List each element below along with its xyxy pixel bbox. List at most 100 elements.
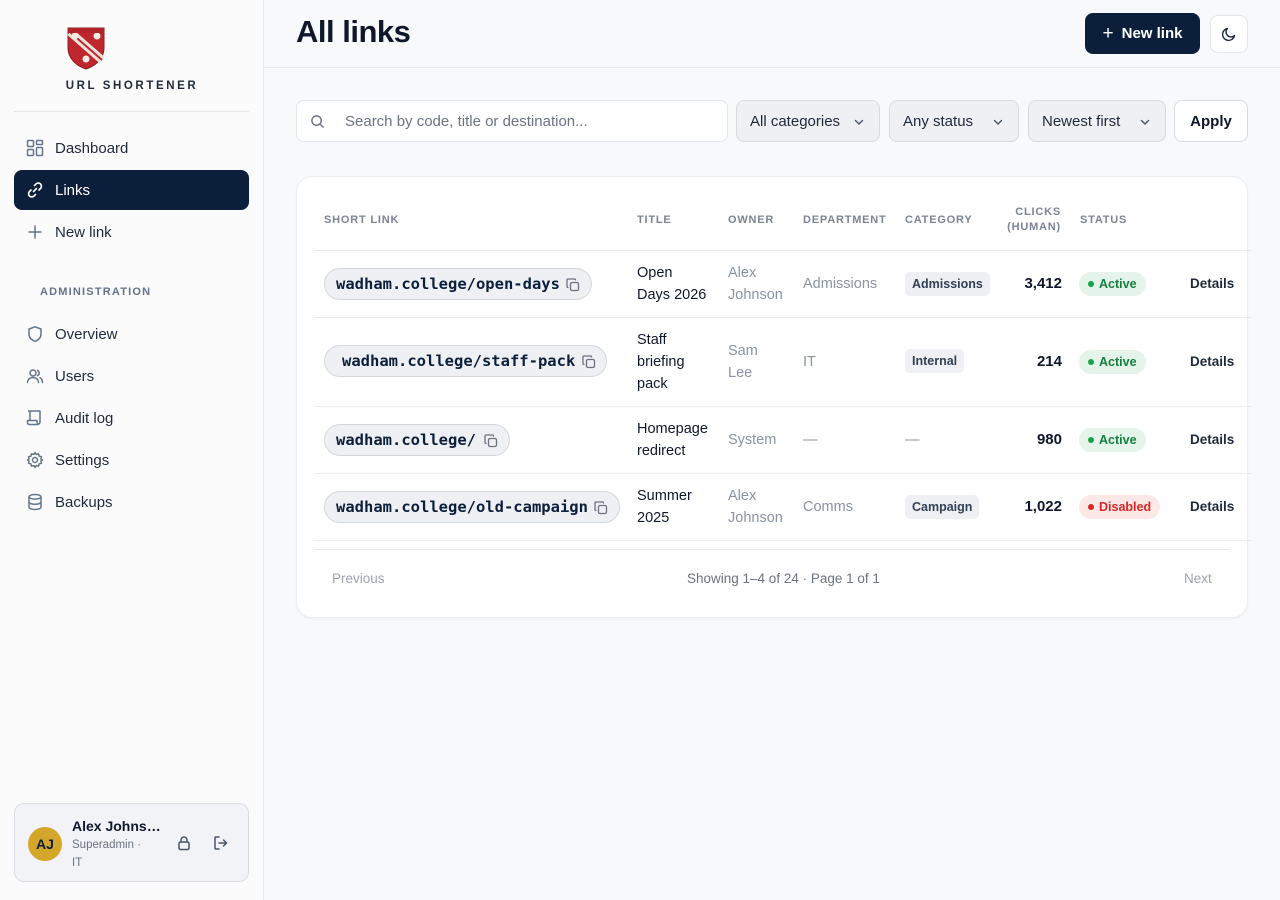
sidebar-item-settings[interactable]: Settings: [14, 440, 249, 480]
owner-line: Sam: [728, 343, 758, 359]
header-clicks-line2: (HUMAN): [1007, 221, 1061, 233]
short-link-chip[interactable]: wadham.college/open-days: [324, 268, 592, 300]
moon-icon: [1221, 27, 1236, 42]
search-input[interactable]: [345, 101, 715, 141]
link-title-line: Staff: [637, 332, 667, 348]
scroll-icon: [26, 409, 44, 427]
chevron-down-icon: [1140, 119, 1150, 125]
link-title-line: pack: [637, 376, 668, 392]
link-title-line: 2025: [637, 510, 670, 526]
sidebar-item-new-link[interactable]: New link: [14, 212, 249, 252]
copy-icon[interactable]: [483, 433, 499, 449]
row-divider: [314, 473, 1252, 474]
chevron-down-icon: [993, 119, 1003, 125]
link-title-line: briefing: [637, 354, 685, 370]
short-link-chip[interactable]: wadham.college/: [324, 424, 510, 456]
theme-toggle-button[interactable]: [1210, 15, 1248, 53]
status-select[interactable]: Any status: [889, 100, 1019, 142]
short-link-text: wadham.college/open-days: [336, 275, 560, 293]
category-badge: Campaign: [905, 495, 980, 519]
sidebar-item-audit-log[interactable]: Audit log: [14, 398, 249, 438]
sidebar-item-label: Backups: [55, 493, 113, 511]
sidebar-item-overview[interactable]: Overview: [14, 314, 249, 354]
row-divider: [314, 317, 1252, 318]
owner-line: Johnson: [728, 510, 783, 526]
status-text: Disabled: [1099, 500, 1152, 514]
click-count: 1,022: [1024, 498, 1062, 515]
click-count: 3,412: [1024, 275, 1062, 292]
details-link[interactable]: Details: [1190, 354, 1234, 369]
row-divider: [314, 250, 1252, 251]
link-department: Comms: [803, 499, 853, 515]
header-owner: OWNER: [728, 214, 775, 226]
previous-page-button[interactable]: Previous: [332, 571, 385, 586]
link-title: Homepage redirect: [637, 418, 708, 462]
copy-icon[interactable]: [565, 277, 581, 293]
chevron-down-icon: [854, 119, 864, 125]
details-link[interactable]: Details: [1190, 432, 1234, 447]
shield-icon: [26, 325, 44, 343]
category-select-value: All categories: [750, 112, 841, 130]
link-title: Staff briefing pack: [637, 329, 685, 395]
new-link-button[interactable]: + New link: [1085, 13, 1200, 54]
copy-icon[interactable]: [581, 354, 597, 370]
owner-line: Alex: [728, 265, 757, 281]
sidebar-item-label: Audit log: [55, 409, 114, 427]
click-count: 980: [1036, 431, 1062, 448]
details-link[interactable]: Details: [1190, 499, 1234, 514]
status-badge: Active: [1079, 428, 1146, 452]
sidebar-item-label: Links: [55, 181, 91, 199]
owner-line: Johnson: [728, 287, 783, 303]
sidebar-item-dashboard[interactable]: Dashboard: [14, 128, 249, 168]
database-icon: [26, 493, 44, 511]
owner-line: Alex: [728, 488, 757, 504]
status-dot: [1088, 437, 1094, 443]
short-link-text: wadham.college/staff-pack: [342, 352, 576, 370]
link-department: —: [803, 432, 818, 448]
user-name: Alex Johnson: [72, 818, 162, 834]
link-owner: System: [728, 432, 777, 448]
sidebar-item-backups[interactable]: Backups: [14, 482, 249, 522]
users-icon: [26, 367, 44, 385]
next-page-button[interactable]: Next: [1184, 571, 1212, 586]
user-card: AJ Alex Johnson Superadmin · IT: [14, 803, 249, 882]
lock-icon[interactable]: [175, 834, 193, 852]
category-select[interactable]: All categories: [736, 100, 880, 142]
college-crest-icon: [67, 27, 105, 70]
plus-icon: +: [1102, 23, 1114, 44]
link-department: Admissions: [803, 276, 878, 292]
links-table-card: [296, 176, 1248, 618]
link-title-line: Days 2026: [637, 287, 707, 303]
header-category: CATEGORY: [905, 214, 973, 226]
sidebar-item-label: New link: [55, 223, 112, 241]
pagination-divider: [314, 549, 1230, 550]
logout-icon[interactable]: [212, 834, 230, 852]
category-empty: —: [905, 432, 920, 448]
search-box: [296, 100, 728, 142]
header-status: STATUS: [1080, 214, 1128, 226]
sidebar-item-label: Dashboard: [55, 139, 129, 157]
link-owner: Alex Johnson: [728, 262, 783, 306]
sidebar-item-links[interactable]: Links: [14, 170, 249, 210]
row-divider: [314, 406, 1252, 407]
sort-select[interactable]: Newest first: [1028, 100, 1166, 142]
pagination-info: Showing 1–4 of 24 · Page 1 of 1: [687, 571, 880, 586]
short-link-chip[interactable]: wadham.college/old-campaign: [324, 491, 620, 523]
sidebar: URL SHORTENER Dashboard Links New link A…: [0, 0, 264, 900]
sidebar-item-label: Settings: [55, 451, 110, 469]
sidebar-divider: [14, 111, 249, 112]
link-title: Open Days 2026: [637, 262, 706, 306]
link-title: Summer 2025: [637, 485, 692, 529]
sidebar-item-users[interactable]: Users: [14, 356, 249, 396]
details-link[interactable]: Details: [1190, 276, 1234, 291]
new-link-label: New link: [1121, 25, 1183, 42]
status-text: Active: [1099, 355, 1137, 369]
user-role: Superadmin · IT: [72, 839, 142, 869]
apply-button[interactable]: Apply: [1174, 100, 1248, 142]
short-link-chip[interactable]: wadham.college/staff-pack: [324, 345, 607, 377]
short-link-text: wadham.college/: [336, 431, 476, 449]
status-text: Active: [1099, 433, 1137, 447]
plus-icon: [26, 223, 44, 241]
copy-icon[interactable]: [593, 500, 609, 516]
status-dot: [1088, 281, 1094, 287]
